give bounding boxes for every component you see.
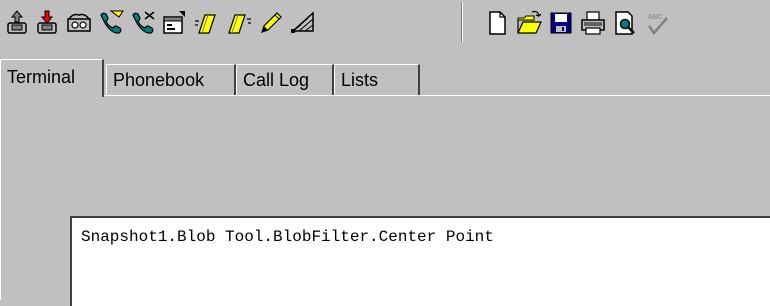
handset-disconnect-icon [132,11,155,34]
spell-check-label: ABC [648,14,662,21]
pencil-button[interactable] [256,8,286,38]
properties-icon [163,11,185,34]
spell-check-button[interactable]: ABC [642,8,672,38]
terminal-output[interactable]: Snapshot1.Blob Tool.BlobFilter.Center Po… [70,216,770,306]
download-phone-button[interactable] [32,8,62,38]
handset-disconnect-button[interactable] [128,8,158,38]
toolbar-separator [461,2,463,42]
spell-check-icon: ABC [647,14,668,36]
tab-terminal[interactable]: Terminal [0,59,104,97]
receive-file-button[interactable] [224,8,254,38]
print-preview-button[interactable] [610,8,640,38]
print-button[interactable] [578,8,608,38]
terminal-output-line: Snapshot1.Blob Tool.BlobFilter.Center Po… [81,228,494,246]
tab-lists[interactable]: Lists [334,64,420,95]
properties-button[interactable] [160,8,190,38]
send-file-icon [195,14,216,34]
new-document-icon [489,11,506,35]
tab-strip: Terminal Phonebook Call Log Lists [0,59,770,97]
new-document-button[interactable] [482,8,512,38]
answering-machine-button[interactable] [64,8,94,38]
tab-phonebook[interactable]: Phonebook [106,64,236,95]
pencil-icon [261,12,282,33]
open-folder-icon [517,10,542,34]
print-icon [581,11,605,35]
download-phone-icon [37,10,57,34]
network-icon [291,11,314,33]
tab-call-log[interactable]: Call Log [236,64,334,95]
open-folder-button[interactable] [514,8,544,38]
answering-machine-icon [67,13,91,32]
send-file-button[interactable] [192,8,222,38]
network-button[interactable] [288,8,318,38]
print-preview-icon [615,11,635,35]
save-button[interactable] [546,8,576,38]
save-icon [550,12,572,34]
upload-phone-button[interactable] [2,8,32,38]
handset-connect-button[interactable] [96,8,126,38]
toolbar: ABC [0,0,770,45]
handset-connect-icon [100,10,124,34]
upload-phone-icon [7,10,27,34]
receive-file-icon [228,14,251,34]
